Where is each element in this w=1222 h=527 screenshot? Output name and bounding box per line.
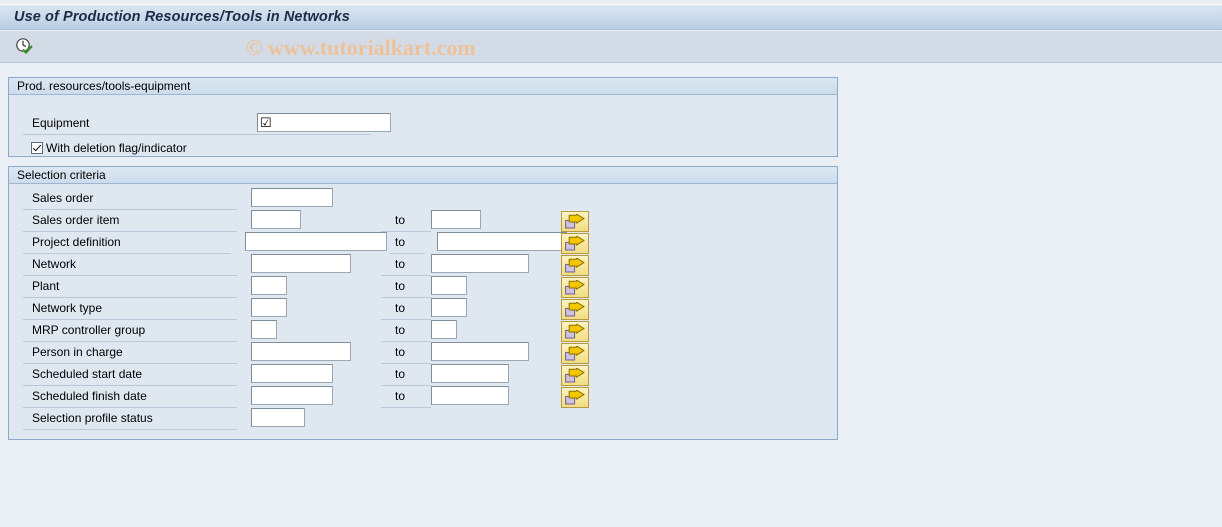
selection-from-input[interactable] [251,188,333,207]
to-label: to [395,345,406,359]
group-prod-resources-tools-equipment: Prod. resources/tools-equipment Equipmen… [8,77,838,157]
selection-to-input[interactable] [431,342,529,361]
group-body-selection: Sales order Sales order item to Project def… [9,184,837,439]
selection-row-label: MRP controller group [32,323,146,337]
selection-row: Sales order item to [23,210,583,232]
deletion-flag-label: With deletion flag/indicator [46,141,187,155]
selection-from-input[interactable] [251,210,301,229]
selection-from-input[interactable] [251,298,287,317]
multiple-selection-button[interactable] [561,321,589,342]
selection-row: Sales order [23,188,583,210]
row-divider [23,134,371,135]
selection-row-label: Scheduled start date [32,367,143,381]
deletion-flag-checkbox[interactable] [31,142,43,154]
selection-row-label: Sales order [32,191,94,205]
deletion-flag-checkbox-row[interactable]: With deletion flag/indicator [31,140,187,156]
selection-row-label: Network type [32,301,103,315]
group-body-equipment: Equipment ☑ With deletion flag/indicator [9,95,837,156]
to-label: to [395,323,406,337]
selection-row-label: Sales order item [32,213,120,227]
selection-from-input[interactable] [251,342,351,361]
selection-row: Network type to [23,298,583,320]
selection-row-label: Scheduled finish date [32,389,147,403]
to-label: to [395,389,406,403]
selection-row-label: Person in charge [32,345,123,359]
selection-from-input[interactable] [251,320,277,339]
selection-to-input[interactable] [431,364,509,383]
selection-row: Selection profile status [23,408,583,430]
multiple-selection-button[interactable] [561,365,589,386]
to-label: to [395,213,406,227]
execute-button[interactable] [12,35,36,59]
selection-to-input[interactable] [431,298,467,317]
selection-from-input[interactable] [251,386,333,405]
selection-row-label: Plant [32,279,60,293]
equipment-input[interactable]: ☑ [257,113,391,132]
multiple-selection-button[interactable] [561,233,589,254]
selection-row-label: Project definition [32,235,121,249]
multiple-selection-arrow-icon [565,258,585,273]
equipment-input-value: ☑ [260,115,272,130]
page-title: Use of Production Resources/Tools in Net… [14,9,350,25]
selection-row: MRP controller group to [23,320,583,342]
multiple-selection-arrow-icon [565,346,585,361]
equipment-row: Equipment ☑ [23,113,423,135]
selection-to-input[interactable] [431,320,457,339]
selection-row-label: Network [32,257,77,271]
multiple-selection-arrow-icon [565,368,585,383]
to-label: to [395,257,406,271]
to-label: to [395,235,406,249]
multiple-selection-arrow-icon [565,214,585,229]
selection-row: Person in charge to [23,342,583,364]
multiple-selection-button[interactable] [561,387,589,408]
selection-row: Scheduled finish date to [23,386,583,408]
selection-row: Plant to [23,276,583,298]
row-divider [23,429,237,430]
multiple-selection-arrow-icon [565,280,585,295]
multiple-selection-arrow-icon [565,302,585,317]
selection-from-input[interactable] [251,254,351,273]
selection-to-input[interactable] [431,386,509,405]
selection-to-input[interactable] [431,210,481,229]
selection-from-input[interactable] [251,364,333,383]
selection-row: Project definition to [23,232,583,254]
clock-check-icon [15,37,33,58]
multiple-selection-button[interactable] [561,299,589,320]
group-header-equipment: Prod. resources/tools-equipment [9,78,837,95]
selection-to-input[interactable] [431,276,467,295]
multiple-selection-button[interactable] [561,211,589,232]
multiple-selection-arrow-icon [565,236,585,251]
to-label: to [395,301,406,315]
selection-from-input[interactable] [245,232,387,251]
to-label: to [395,279,406,293]
multiple-selection-arrow-icon [565,390,585,405]
multiple-selection-button[interactable] [561,277,589,298]
toolbar: © www.tutorialkart.com [0,31,1222,63]
equipment-label: Equipment [32,116,90,130]
selection-to-input[interactable] [431,254,529,273]
selection-row: Network to [23,254,583,276]
group-header-selection: Selection criteria [9,167,837,184]
selection-to-input[interactable] [437,232,567,251]
selection-from-input[interactable] [251,276,287,295]
multiple-selection-button[interactable] [561,343,589,364]
to-label: to [395,367,406,381]
group-selection-criteria: Selection criteria Sales order Sales orde… [8,166,838,440]
selection-from-input[interactable] [251,408,305,427]
multiple-selection-arrow-icon [565,324,585,339]
multiple-selection-button[interactable] [561,255,589,276]
watermark-text: © www.tutorialkart.com [246,35,476,60]
selection-row-label: Selection profile status [32,411,153,425]
window-title-bar: Use of Production Resources/Tools in Net… [0,4,1222,30]
selection-row: Scheduled start date to [23,364,583,386]
